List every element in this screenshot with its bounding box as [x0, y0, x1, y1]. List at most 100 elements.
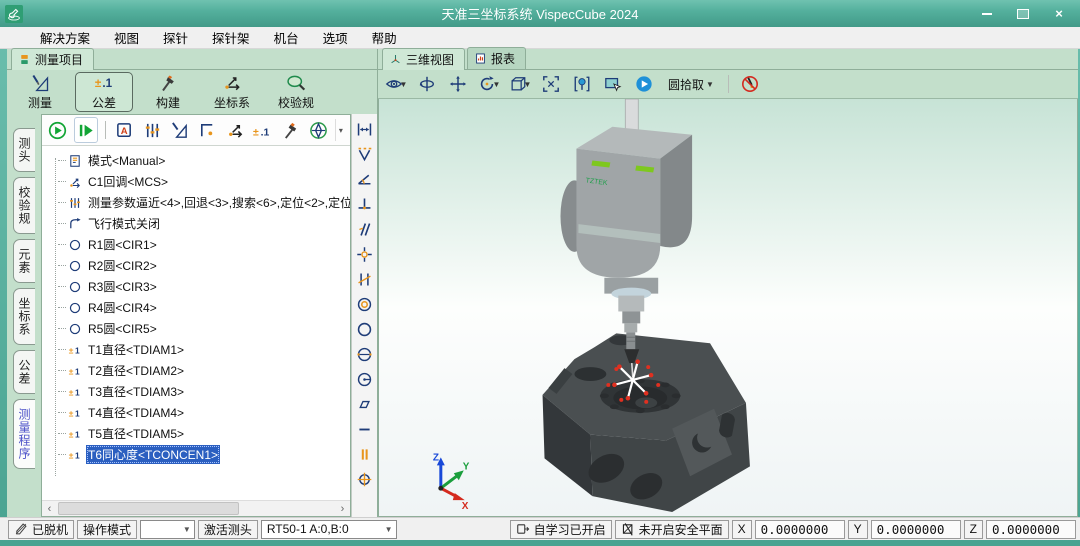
tab-measurement-project[interactable]: 测量项目 — [11, 48, 94, 70]
right-tabbar: 三维视图报表 — [378, 49, 1078, 70]
active-probe-select[interactable]: RT50-1 A:0,B:0▼ — [261, 520, 397, 539]
gdt-circular-button[interactable] — [355, 320, 375, 339]
tab-view3d[interactable]: 三维视图 — [382, 48, 465, 70]
gdt-angle-button[interactable] — [355, 170, 375, 189]
dropdown-caret[interactable]: ▼ — [706, 80, 714, 89]
tree-item-label: 飞行模式关闭 — [86, 214, 162, 233]
scroll-left-button[interactable]: ‹ — [42, 501, 57, 516]
side-tab-tolerance[interactable]: 公差 — [13, 350, 35, 394]
svg-text:A: A — [121, 125, 128, 136]
tree-item[interactable]: R1圆<CIR1> — [48, 234, 350, 255]
gdt-parallel-button[interactable] — [355, 220, 375, 239]
tab-report[interactable]: 报表 — [467, 47, 526, 69]
side-tab-gauge[interactable]: 校验规 — [13, 177, 35, 234]
menu-item-4[interactable]: 机台 — [264, 26, 309, 49]
ribbon-gauge-label: 校验规 — [278, 94, 314, 111]
dropdown-caret[interactable]: ▼ — [524, 80, 532, 89]
run-button[interactable] — [46, 118, 69, 142]
gdt-straight-button[interactable] — [355, 420, 375, 439]
side-tab-element[interactable]: 元素 — [13, 239, 35, 283]
step-run-button[interactable] — [74, 117, 99, 143]
gdt-flat-button[interactable] — [355, 395, 375, 414]
gdt-concentric-button[interactable] — [355, 295, 375, 314]
toolbar-overflow-button[interactable]: ▾ — [335, 119, 346, 141]
ribbon-tolerance-button[interactable]: ±.1公差 — [75, 72, 133, 112]
gdt-perp-button[interactable] — [355, 195, 375, 214]
coord-axis-x-label: X — [732, 520, 752, 539]
menu-item-0[interactable]: 解决方案 — [30, 26, 100, 49]
corner-snap-button[interactable] — [196, 118, 219, 142]
tree-item[interactable]: ±1T1直径<TDIAM1> — [48, 339, 350, 360]
pmdot1-button[interactable]: ±.1 — [252, 118, 275, 142]
program-tree: 模式<Manual>C1回调<MCS>测量参数逼近<4>,回退<3>,搜索<6>… — [42, 146, 350, 500]
menu-item-2[interactable]: 探针 — [153, 26, 198, 49]
op-mode-select[interactable]: ▼ — [140, 520, 195, 539]
probe-measure-button[interactable] — [169, 118, 192, 142]
rotate-button[interactable]: ▼ — [477, 72, 501, 96]
dropdown-caret[interactable]: ▼ — [493, 80, 501, 89]
locate-button[interactable] — [570, 72, 594, 96]
gdt-symmetry-button[interactable] — [355, 445, 375, 464]
tree-item[interactable]: R2圆<CIR2> — [48, 255, 350, 276]
gdt-radius-button[interactable] — [355, 370, 375, 389]
gdt-distance-icon — [356, 121, 373, 138]
tree-item[interactable]: ±1T3直径<TDIAM3> — [48, 381, 350, 402]
tree-horizontal-scrollbar[interactable]: ‹ › — [42, 500, 350, 516]
play-button[interactable] — [632, 72, 656, 96]
menu-item-1[interactable]: 视图 — [104, 26, 149, 49]
cube-button[interactable]: ▼ — [508, 72, 532, 96]
construct-small-button[interactable] — [279, 118, 302, 142]
menu-item-3[interactable]: 探针架 — [202, 26, 260, 49]
close-button[interactable]: × — [1052, 7, 1066, 21]
tree-item[interactable]: ±1T6同心度<TCONCEN1> — [48, 444, 350, 465]
dropdown-caret[interactable]: ▼ — [400, 80, 408, 89]
gdt-perp-icon — [356, 196, 373, 213]
orbit-button[interactable] — [415, 72, 439, 96]
gdt-angularity-button[interactable] — [355, 270, 375, 289]
plane-view-button[interactable] — [307, 118, 330, 142]
circle-pick-button[interactable]: 圆拾取▼ — [663, 74, 719, 95]
side-tab-csys[interactable]: 坐标系 — [13, 288, 35, 345]
tree-item[interactable]: ±1T4直径<TDIAM4> — [48, 402, 350, 423]
gdt-distance-button[interactable] — [355, 120, 375, 139]
tree-item[interactable]: 测量参数逼近<4>,回退<3>,搜索<6>,定位<2>,定位加<2>,测 — [48, 192, 350, 213]
pan-button[interactable] — [446, 72, 470, 96]
ribbon-measure-button[interactable]: 测量 — [11, 72, 69, 112]
axes-move-button[interactable] — [224, 118, 247, 142]
auto-label-button[interactable]: A — [113, 118, 136, 142]
zoom-fit-button[interactable] — [539, 72, 563, 96]
gdt-position-button[interactable] — [355, 470, 375, 489]
tree-item[interactable]: 飞行模式关闭 — [48, 213, 350, 234]
params-button[interactable] — [141, 118, 164, 142]
tree-item[interactable]: ±1T5直径<TDIAM5> — [48, 423, 350, 444]
scroll-right-button[interactable]: › — [335, 501, 350, 516]
ribbon-gauge-button[interactable]: 校验规 — [267, 72, 325, 112]
window-select-button[interactable] — [601, 72, 625, 96]
ribbon-toolbar: 测量±.1公差构建坐标系校验规 — [7, 70, 377, 114]
maximize-button[interactable] — [1016, 7, 1030, 21]
gdt-angle3-button[interactable] — [355, 145, 375, 164]
ribbon-construct-button[interactable]: 构建 — [139, 72, 197, 112]
side-tab-program[interactable]: 测量程序 — [13, 399, 35, 469]
gdt-runout-button[interactable] — [355, 345, 375, 364]
gdt-angle3-icon — [356, 146, 373, 163]
menu-item-6[interactable]: 帮助 — [362, 26, 407, 49]
scroll-thumb[interactable] — [58, 502, 239, 515]
safety-plane-icon — [621, 522, 635, 536]
mode-icon — [68, 154, 82, 168]
tree-item-label: T6同心度<TCONCEN1> — [86, 445, 220, 464]
gdt-poscross-button[interactable] — [355, 245, 375, 264]
tree-item[interactable]: C1回调<MCS> — [48, 171, 350, 192]
probe-disable-button[interactable] — [738, 72, 762, 96]
side-tab-probe-head[interactable]: 测头 — [13, 128, 35, 172]
tree-item[interactable]: R3圆<CIR3> — [48, 276, 350, 297]
tree-item[interactable]: ±1T2直径<TDIAM2> — [48, 360, 350, 381]
menu-item-5[interactable]: 选项 — [313, 26, 358, 49]
viewport-3d[interactable]: TZTEK — [378, 99, 1078, 517]
minimize-button[interactable] — [980, 7, 994, 21]
tree-item[interactable]: 模式<Manual> — [48, 150, 350, 171]
eye-button[interactable]: ▼ — [384, 72, 408, 96]
ribbon-csys-button[interactable]: 坐标系 — [203, 72, 261, 112]
tree-item[interactable]: R5圆<CIR5> — [48, 318, 350, 339]
tree-item[interactable]: R4圆<CIR4> — [48, 297, 350, 318]
